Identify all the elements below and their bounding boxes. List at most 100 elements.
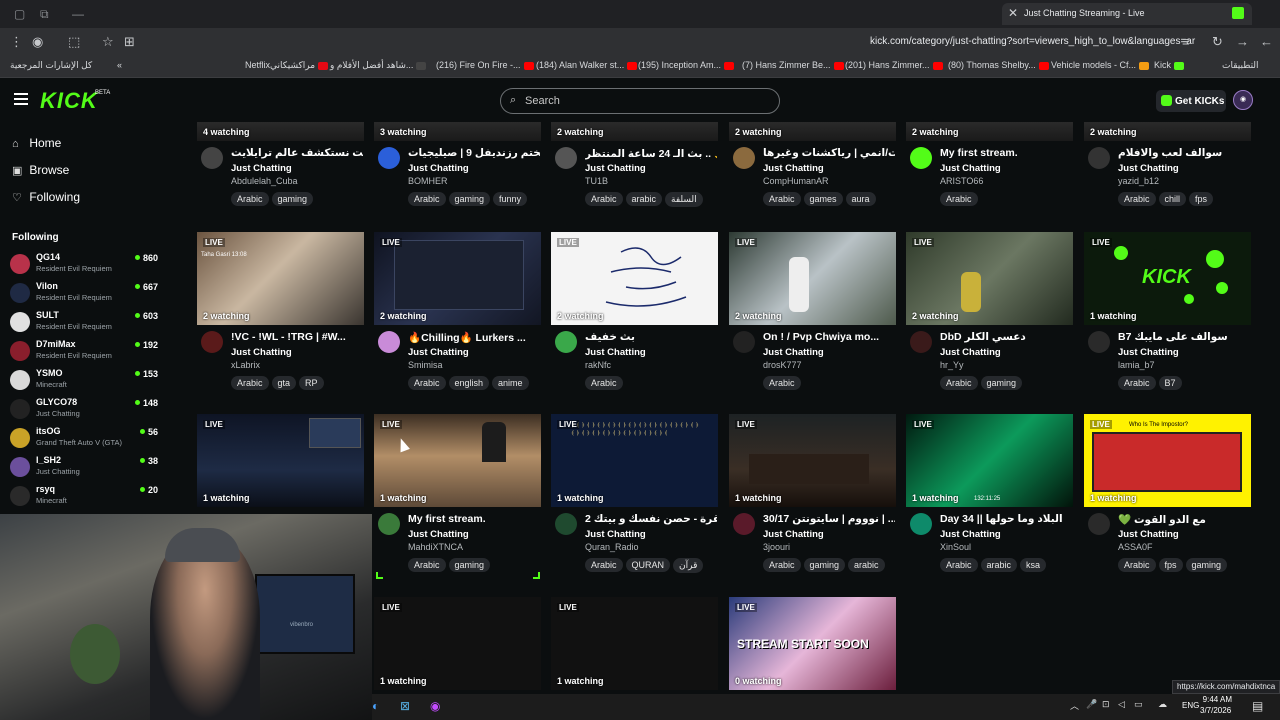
stream-thumbnail[interactable]: Who Is The Impostor? LIVE 1 watching [1084, 414, 1251, 507]
channel-name[interactable]: xLabrix [231, 360, 260, 370]
channel-name[interactable]: Abdulelah_Cuba [231, 176, 298, 186]
stream-card[interactable]: ﴿ ﴾ ﴿ ﴾ ﴿ ﴾ ﴿ ﴾ ﴿ ﴾ ﴿ ﴾ ﴿ ﴾ ﴿ ﴾ ﴿ ﴾ ﴿ ﴾ … [551, 414, 719, 573]
bookmark-kick[interactable]: Kick [1154, 60, 1185, 70]
following-item[interactable]: GLYCO78 Just Chatting 148 [10, 395, 162, 423]
stream-thumbnail[interactable]: LIVE 2 watching [729, 232, 896, 325]
tag-chip[interactable]: QURAN [625, 558, 671, 572]
stream-card[interactable]: 2 watching بث الـ 24 ساعة المنتظر .. 🌙 J… [551, 122, 719, 207]
tag-chip[interactable]: chill [1158, 192, 1187, 206]
tag-chip[interactable]: Arabic [940, 192, 978, 206]
app-icon[interactable]: ⊠ [400, 699, 410, 713]
tag-chip[interactable]: Arabic [231, 192, 269, 206]
category-link[interactable]: Just Chatting [1118, 347, 1179, 358]
stream-thumbnail[interactable]: LIVE 1 watching [551, 597, 718, 690]
stream-title[interactable]: نوووم | سايتونتن 30/17 | ... [763, 513, 895, 525]
tag-chip[interactable]: gaming [803, 558, 846, 572]
edge-icon[interactable]: ◐ [372, 699, 379, 713]
tag-chip[interactable]: gaming [980, 376, 1023, 390]
battery-icon[interactable]: ▭ [1134, 699, 1143, 710]
stream-title[interactable]: On ! / Pvp Chwiya mo... [763, 331, 895, 343]
stream-card[interactable]: Who Is The Impostor? LIVE 1 watching 💚 م… [1084, 414, 1252, 572]
channel-name[interactable]: hr_Yy [940, 360, 964, 370]
following-item[interactable]: Vilon Resident Evil Requiem 667 [10, 279, 162, 307]
star-icon[interactable]: ☆ [102, 34, 114, 50]
stream-card[interactable]: LIVE 2 watching On ! / Pvp Chwiya mo... … [729, 232, 897, 390]
language-indicator[interactable]: ENG [1182, 701, 1199, 710]
stream-thumbnail[interactable]: 2 watching [551, 122, 718, 141]
stream-thumbnail[interactable]: 2 watching [1084, 122, 1251, 141]
tag-chip[interactable]: gaming [448, 558, 491, 572]
tag-chip[interactable]: Arabic [408, 558, 446, 572]
channel-avatar[interactable] [733, 147, 755, 169]
stream-title[interactable]: Day 34 || البلاد وما حولها [940, 513, 1072, 525]
back-icon[interactable]: → [1236, 34, 1249, 49]
nav-following[interactable]: ♡ Following [12, 190, 80, 210]
stream-title[interactable]: B7 سوالف على مايبك [1118, 331, 1250, 343]
channel-avatar[interactable] [378, 331, 400, 353]
tag-chip[interactable]: B7 [1158, 376, 1182, 390]
channel-name[interactable]: rakNfc [585, 360, 611, 370]
stream-thumbnail[interactable]: ﴿ ﴾ ﴿ ﴾ ﴿ ﴾ ﴿ ﴾ ﴿ ﴾ ﴿ ﴾ ﴿ ﴾ ﴿ ﴾ ﴿ ﴾ ﴿ ﴾ … [551, 414, 718, 507]
tag-chip[interactable]: Arabic [231, 376, 269, 390]
stream-title[interactable]: بث الـ 24 ساعة المنتظر .. 🌙 [585, 147, 717, 160]
chevron-icon[interactable]: « [117, 60, 122, 70]
category-link[interactable]: Just Chatting [408, 529, 469, 540]
reload-icon[interactable]: ↻ [1212, 34, 1223, 50]
following-item[interactable]: D7miMax Resident Evil Requiem 192 [10, 337, 162, 365]
forward-icon[interactable]: ← [1260, 34, 1273, 49]
stream-card[interactable]: 4 watching نكرافت نستكشف عالم ترايلايت..… [197, 122, 365, 206]
close-tab-icon[interactable]: ✕ [1008, 6, 1018, 20]
stream-title[interactable]: البقرة - حصن نفسك و بيتك 2 ... [585, 513, 717, 525]
tag-chip[interactable]: Arabic [1118, 376, 1156, 390]
stream-card[interactable]: LIVE 1 watching [551, 597, 719, 690]
stream-thumbnail[interactable]: Taha Gasri 13:08 LIVE 2 watching [197, 232, 364, 325]
stream-thumbnail[interactable]: LIVE 1 watching [729, 414, 896, 507]
channel-avatar[interactable] [378, 513, 400, 535]
bookmark-hans2[interactable]: (201) Hans Zimmer... [845, 60, 943, 70]
tag-chip[interactable]: السلفة [665, 192, 703, 207]
channel-name[interactable]: ARISTO66 [940, 176, 983, 186]
stream-card[interactable]: LIVE 2 watching بث خفيف Just Chatting ra… [551, 232, 719, 390]
tag-chip[interactable]: قرآن [673, 558, 704, 573]
category-link[interactable]: Just Chatting [940, 163, 1001, 174]
following-item[interactable]: QG14 Resident Evil Requiem 860 [10, 250, 162, 278]
category-link[interactable]: Just Chatting [585, 347, 646, 358]
network-icon[interactable]: ⊡ [1102, 699, 1110, 710]
tag-chip[interactable]: Arabic [763, 376, 801, 390]
tag-chip[interactable]: Arabic [585, 376, 623, 390]
stream-title[interactable]: My first stream. [940, 147, 1072, 159]
stream-title[interactable]: نختم رزنديفل 9 | صيليجيات [408, 147, 540, 159]
bookmark-apps[interactable]: التطبيقات [1222, 60, 1259, 71]
stream-card[interactable]: 2 watching لات/انمي | رياكشنات وغيرها ..… [729, 122, 897, 206]
channel-avatar[interactable] [910, 331, 932, 353]
bookmark-alan[interactable]: (184) Alan Walker st... [536, 60, 638, 70]
stream-thumbnail[interactable]: 132:11:25 LIVE 1 watching [906, 414, 1073, 507]
stream-title[interactable]: 🔥Chilling🔥 Lurkers ... [408, 331, 540, 344]
category-link[interactable]: Just Chatting [585, 529, 646, 540]
tag-chip[interactable]: games [803, 192, 843, 206]
stream-card[interactable]: LIVE 2 watching 🔥Chilling🔥 Lurkers ... J… [374, 232, 542, 390]
channel-name[interactable]: lamia_b7 [1118, 360, 1155, 370]
stream-title[interactable]: !VC - !WL - !TRG | #W... [231, 331, 363, 343]
channel-name[interactable]: 3joouri [763, 542, 790, 552]
stream-thumbnail[interactable]: 4 watching [197, 122, 364, 141]
category-link[interactable]: Just Chatting [940, 529, 1001, 540]
category-link[interactable]: Just Chatting [763, 163, 824, 174]
channel-avatar[interactable] [1088, 147, 1110, 169]
channel-avatar[interactable] [201, 331, 223, 353]
stream-title[interactable]: DbD دعسي الكلر [940, 331, 1072, 343]
category-link[interactable]: Just Chatting [940, 347, 1001, 358]
following-item[interactable]: SULT Resident Evil Requiem 603 [10, 308, 162, 336]
channel-avatar[interactable] [555, 331, 577, 353]
channel-avatar[interactable] [378, 147, 400, 169]
stream-card[interactable]: 132:11:25 LIVE 1 watching Day 34 || البل… [906, 414, 1074, 572]
channel-avatar[interactable] [910, 513, 932, 535]
stream-card[interactable]: LIVE 2 watching DbD دعسي الكلر Just Chat… [906, 232, 1074, 390]
stream-title[interactable]: بث خفيف [585, 331, 717, 343]
tag-chip[interactable]: gta [271, 376, 297, 390]
tag-chip[interactable]: gaming [448, 192, 491, 206]
tag-chip[interactable]: arabic [848, 558, 885, 572]
tag-chip[interactable]: Arabic [408, 192, 446, 206]
stream-thumbnail[interactable]: LIVE 1 watching [374, 414, 541, 507]
channel-name[interactable]: yazid_b12 [1118, 176, 1159, 186]
